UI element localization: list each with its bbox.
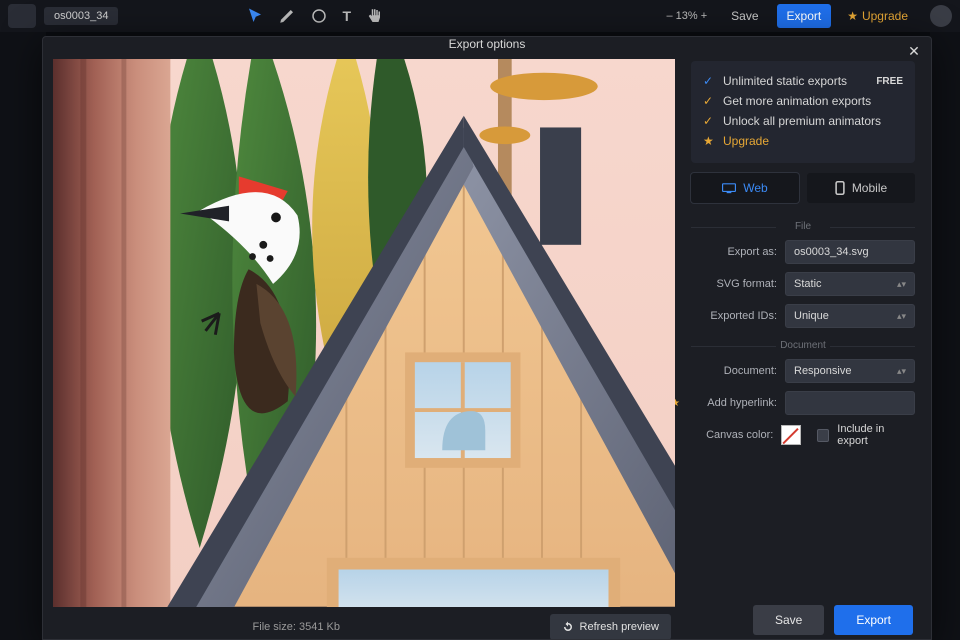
close-icon[interactable]: ✕	[905, 42, 923, 60]
chevron-updown-icon: ▴▾	[897, 280, 906, 289]
file-size-label: File size: 3541 Kb	[57, 621, 536, 633]
modal-header: Export options ✕	[43, 37, 931, 51]
promo-line2: Get more animation exports	[723, 94, 871, 108]
modal-export-button[interactable]: Export	[834, 605, 913, 635]
hyperlink-label: Add hyperlink:	[691, 397, 777, 409]
modal-save-button[interactable]: Save	[753, 605, 824, 635]
mobile-icon	[835, 181, 845, 195]
section-document: Document	[691, 340, 915, 351]
check-icon: ✓	[703, 114, 715, 128]
include-export-checkbox[interactable]	[817, 429, 830, 442]
export-as-label: Export as:	[691, 246, 777, 258]
monitor-icon	[722, 183, 736, 194]
options-column: ✓ Unlimited static exports FREE ✓ Get more…	[679, 51, 931, 640]
svg-format-label: SVG format:	[691, 278, 777, 290]
star-icon: ★	[703, 134, 715, 148]
refresh-preview-button[interactable]: Refresh preview	[550, 614, 671, 640]
chevron-updown-icon: ▴▾	[897, 312, 906, 321]
hyperlink-input[interactable]	[785, 391, 915, 415]
section-file: File	[691, 221, 915, 232]
export-as-input[interactable]: os0003_34.svg	[785, 240, 915, 264]
chevron-updown-icon: ▴▾	[897, 367, 906, 376]
include-export-label: Include in export	[837, 423, 915, 447]
free-badge: FREE	[876, 76, 903, 87]
refresh-icon	[562, 621, 574, 633]
upgrade-link[interactable]: Upgrade	[723, 134, 769, 148]
canvas-color-swatch[interactable]	[781, 425, 800, 445]
modal-overlay: Export options ✕	[0, 0, 960, 640]
modal-title: Export options	[449, 37, 526, 51]
svg-format-select[interactable]: Static▴▾	[785, 272, 915, 296]
promo-line1: Unlimited static exports	[723, 74, 847, 88]
canvas-color-label: Canvas color:	[691, 429, 774, 441]
export-modal: Export options ✕	[42, 36, 932, 640]
platform-tab-web[interactable]: Web	[691, 173, 799, 203]
document-select[interactable]: Responsive▴▾	[785, 359, 915, 383]
promo-line3: Unlock all premium animators	[723, 114, 881, 128]
platform-tab-mobile[interactable]: Mobile	[807, 173, 915, 203]
check-icon: ✓	[703, 74, 715, 88]
document-label: Document:	[691, 365, 777, 377]
preview-column: File size: 3541 Kb Refresh preview	[43, 51, 679, 640]
preview-illustration	[53, 59, 675, 607]
check-icon: ✓	[703, 94, 715, 108]
promo-box: ✓ Unlimited static exports FREE ✓ Get more…	[691, 61, 915, 163]
exported-ids-select[interactable]: Unique▴▾	[785, 304, 915, 328]
exported-ids-label: Exported IDs:	[691, 310, 777, 322]
preview-canvas	[53, 59, 675, 607]
